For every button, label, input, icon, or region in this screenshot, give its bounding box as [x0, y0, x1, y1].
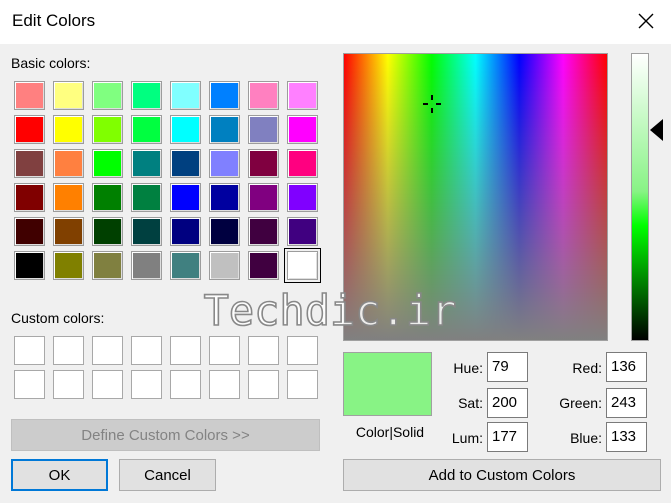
basic-color-swatch[interactable]	[248, 81, 279, 110]
basic-color-swatch[interactable]	[131, 81, 162, 110]
cancel-button[interactable]: Cancel	[119, 459, 216, 491]
basic-color-swatch[interactable]	[53, 217, 84, 246]
basic-color-swatch[interactable]	[248, 115, 279, 144]
basic-color-swatch[interactable]	[248, 251, 279, 280]
custom-color-swatch[interactable]	[53, 370, 84, 399]
color-preview	[343, 352, 432, 416]
add-to-custom-colors-button[interactable]: Add to Custom Colors	[343, 459, 661, 491]
basic-color-swatch[interactable]	[14, 217, 45, 246]
basic-color-swatch[interactable]	[209, 217, 240, 246]
hue-input[interactable]: 79	[487, 352, 528, 382]
custom-color-swatch[interactable]	[248, 370, 279, 399]
basic-color-swatch[interactable]	[92, 251, 123, 280]
custom-color-swatch[interactable]	[92, 370, 123, 399]
basic-color-swatch[interactable]	[92, 115, 123, 144]
custom-color-swatch[interactable]	[14, 370, 45, 399]
define-custom-colors-button[interactable]: Define Custom Colors >>	[11, 419, 320, 451]
basic-color-swatch[interactable]	[248, 183, 279, 212]
custom-color-swatch[interactable]	[209, 336, 240, 365]
hue-label: Hue:	[453, 360, 483, 376]
lum-label: Lum:	[451, 430, 483, 446]
basic-color-swatch[interactable]	[131, 251, 162, 280]
basic-color-swatch[interactable]	[131, 115, 162, 144]
basic-color-swatch[interactable]	[53, 115, 84, 144]
custom-color-swatch[interactable]	[287, 370, 318, 399]
basic-color-swatch[interactable]	[53, 149, 84, 178]
basic-color-swatch[interactable]	[287, 183, 318, 212]
basic-color-swatch[interactable]	[248, 217, 279, 246]
close-icon	[638, 13, 654, 29]
custom-color-swatch[interactable]	[53, 336, 84, 365]
basic-color-swatch[interactable]	[14, 251, 45, 280]
basic-colors-label: Basic colors:	[11, 55, 91, 71]
basic-color-swatch[interactable]	[92, 149, 123, 178]
green-input[interactable]: 243	[606, 388, 647, 418]
basic-color-swatch[interactable]	[53, 251, 84, 280]
basic-color-swatch[interactable]	[92, 217, 123, 246]
basic-color-swatch[interactable]	[209, 81, 240, 110]
custom-color-swatch[interactable]	[131, 370, 162, 399]
close-button[interactable]	[626, 4, 666, 38]
custom-colors-label: Custom colors:	[11, 310, 105, 326]
basic-color-swatch[interactable]	[170, 217, 201, 246]
basic-color-swatch[interactable]	[287, 115, 318, 144]
basic-color-swatch[interactable]	[170, 81, 201, 110]
color-spectrum[interactable]	[343, 53, 608, 341]
custom-color-swatch[interactable]	[92, 336, 123, 365]
lum-input[interactable]: 177	[487, 422, 528, 452]
color-solid-label: Color|Solid	[355, 424, 425, 440]
sat-label: Sat:	[458, 395, 483, 411]
basic-color-swatch[interactable]	[170, 251, 201, 280]
basic-color-swatch[interactable]	[170, 149, 201, 178]
sat-input[interactable]: 200	[487, 388, 528, 418]
basic-color-swatch[interactable]	[14, 183, 45, 212]
luminosity-arrow-icon[interactable]	[650, 119, 663, 141]
custom-color-swatch[interactable]	[170, 370, 201, 399]
basic-color-swatch[interactable]	[131, 149, 162, 178]
basic-color-swatch[interactable]	[209, 183, 240, 212]
blue-input[interactable]: 133	[606, 422, 647, 452]
luminosity-bar[interactable]	[631, 53, 649, 341]
basic-color-swatch[interactable]	[170, 183, 201, 212]
basic-color-swatch[interactable]	[170, 115, 201, 144]
red-input[interactable]: 136	[606, 352, 647, 382]
custom-color-swatch[interactable]	[14, 336, 45, 365]
basic-color-swatch[interactable]	[287, 217, 318, 246]
red-label: Red:	[572, 360, 602, 376]
green-label: Green:	[559, 395, 602, 411]
basic-color-swatch[interactable]	[209, 149, 240, 178]
custom-color-swatch[interactable]	[131, 336, 162, 365]
basic-color-swatch[interactable]	[287, 81, 318, 110]
basic-color-swatch[interactable]	[131, 217, 162, 246]
basic-color-swatch[interactable]	[92, 183, 123, 212]
basic-color-swatch[interactable]	[14, 81, 45, 110]
basic-color-swatch[interactable]	[14, 149, 45, 178]
basic-color-swatch[interactable]	[14, 115, 45, 144]
window-title: Edit Colors	[12, 11, 96, 30]
basic-color-swatch[interactable]	[92, 81, 123, 110]
basic-color-swatch[interactable]	[209, 115, 240, 144]
basic-color-swatch[interactable]	[248, 149, 279, 178]
basic-color-swatch[interactable]	[53, 183, 84, 212]
blue-label: Blue:	[570, 430, 602, 446]
ok-button[interactable]: OK	[11, 459, 108, 491]
crosshair-icon	[423, 95, 441, 113]
custom-color-swatch[interactable]	[248, 336, 279, 365]
custom-color-swatch[interactable]	[209, 370, 240, 399]
basic-color-swatch[interactable]	[209, 251, 240, 280]
basic-color-swatch[interactable]	[53, 81, 84, 110]
basic-color-swatch[interactable]	[131, 183, 162, 212]
custom-color-swatch[interactable]	[170, 336, 201, 365]
title-bar: Edit Colors	[0, 0, 671, 44]
basic-color-swatch[interactable]	[287, 149, 318, 178]
basic-color-swatch[interactable]	[284, 248, 321, 283]
custom-color-swatch[interactable]	[287, 336, 318, 365]
